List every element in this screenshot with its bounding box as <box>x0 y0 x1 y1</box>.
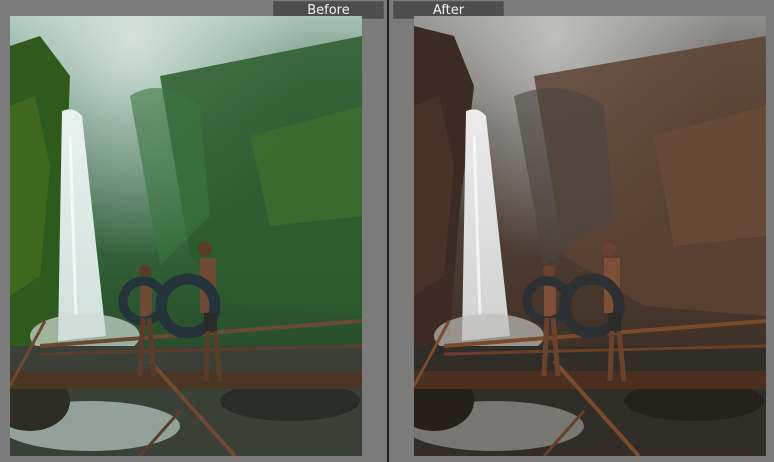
before-photo-image <box>10 16 362 456</box>
after-photo-image <box>414 16 766 456</box>
before-panel: Before <box>0 0 387 462</box>
after-photo <box>414 16 766 456</box>
before-photo <box>10 16 362 456</box>
after-panel: After <box>389 0 774 462</box>
